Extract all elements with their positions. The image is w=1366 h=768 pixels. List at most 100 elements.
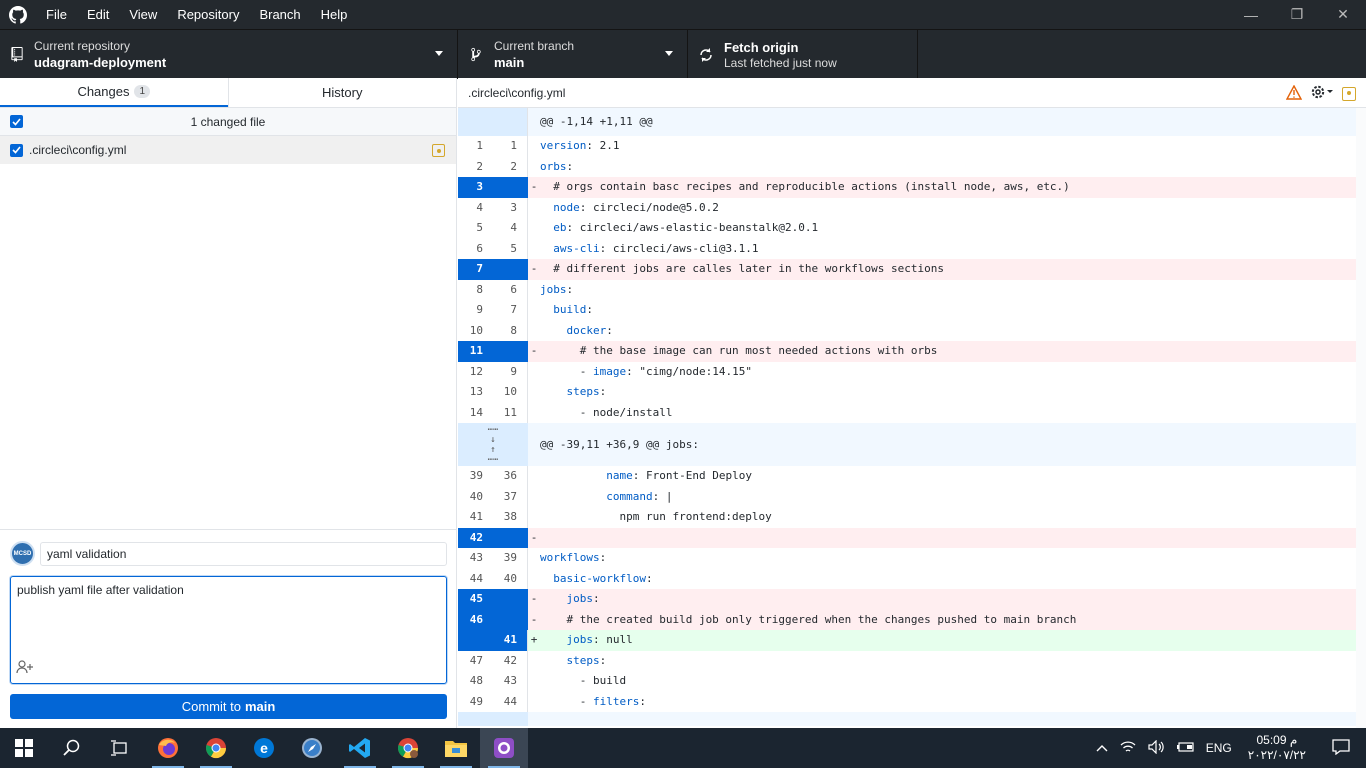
old-line-number[interactable]: 4 <box>458 198 493 219</box>
new-line-number[interactable]: 10 <box>493 382 528 403</box>
diff-line-context[interactable]: 49 44 - filters: <box>458 691 1366 713</box>
commit-description-input[interactable]: publish yaml file after validation <box>10 576 447 684</box>
old-line-number[interactable]: 45 <box>458 589 493 610</box>
diff-line-context[interactable]: 14 11 - node/install <box>458 402 1366 424</box>
new-line-number[interactable] <box>493 589 528 610</box>
menu-file[interactable]: File <box>36 0 77 29</box>
add-coauthor-icon[interactable] <box>16 660 34 677</box>
menu-help[interactable]: Help <box>311 0 358 29</box>
close-icon[interactable]: ✕ <box>1320 0 1366 29</box>
tab-changes[interactable]: Changes 1 <box>0 78 228 107</box>
wifi-icon[interactable] <box>1114 740 1142 757</box>
old-line-number[interactable]: 46 <box>458 609 493 630</box>
new-line-number[interactable]: 5 <box>493 238 528 259</box>
menu-view[interactable]: View <box>119 0 167 29</box>
edge-icon[interactable]: e <box>240 728 288 768</box>
scrollbar[interactable] <box>1356 108 1366 728</box>
old-line-number[interactable]: 7 <box>458 259 493 280</box>
diff-line-context[interactable]: 97 build: <box>458 300 1366 321</box>
old-line-number[interactable] <box>458 630 493 651</box>
diff-line-context[interactable]: 47 42 steps: <box>458 650 1366 671</box>
expand-icon[interactable]: ⋯⋯ ↓ ↑ ⋯⋯ <box>458 423 528 466</box>
new-line-number[interactable] <box>493 259 528 280</box>
chrome-icon[interactable] <box>192 728 240 768</box>
search-icon[interactable] <box>48 728 96 768</box>
old-line-number[interactable]: 49 <box>458 692 493 713</box>
battery-icon[interactable] <box>1170 741 1200 756</box>
old-line-number[interactable]: 8 <box>458 280 493 301</box>
new-line-number[interactable]: 40 <box>493 568 528 589</box>
gear-icon[interactable] <box>1310 84 1334 103</box>
old-line-number[interactable]: 14 <box>458 403 493 424</box>
old-line-number[interactable]: 6 <box>458 239 493 260</box>
diff-line-context[interactable]: 40 37 command: | <box>458 486 1366 507</box>
new-line-number[interactable]: 44 <box>493 691 528 712</box>
diff-line-added[interactable]: 41 + jobs: null <box>458 630 1366 651</box>
new-line-number[interactable]: 3 <box>493 197 528 218</box>
menu-branch[interactable]: Branch <box>249 0 310 29</box>
clock[interactable]: 05:09 م ٢٠٢٢/٠٧/٢٢ <box>1238 733 1316 763</box>
changed-file-row[interactable]: .circleci\config.yml <box>0 136 456 164</box>
language-indicator[interactable]: ENG <box>1200 741 1238 755</box>
diff-line-context[interactable]: 8 6 jobs: <box>458 279 1366 301</box>
diff-line-context[interactable]: 41 38 npm run frontend:deploy <box>458 507 1366 528</box>
notification-icon[interactable] <box>1316 738 1366 758</box>
old-line-number[interactable]: 11 <box>458 341 493 362</box>
menu-repository[interactable]: Repository <box>167 0 249 29</box>
new-line-number[interactable]: 43 <box>493 671 528 692</box>
task-view-icon[interactable] <box>96 728 144 768</box>
current-repository-button[interactable]: Current repository udagram-deployment <box>0 30 458 79</box>
old-line-number[interactable]: 39 <box>458 466 493 487</box>
old-line-number[interactable]: 48 <box>458 671 493 692</box>
minimize-icon[interactable]: — <box>1228 0 1274 29</box>
old-line-number[interactable]: 42 <box>458 527 493 548</box>
new-line-number[interactable] <box>493 609 528 630</box>
commit-summary-input[interactable]: yaml validation <box>40 542 447 566</box>
diff-line-context[interactable]: 12 9 - image: "cimg/node:14.15" <box>458 361 1366 383</box>
new-line-number[interactable]: 37 <box>493 486 528 507</box>
current-branch-button[interactable]: Current branch main <box>458 30 688 79</box>
chrome-profile-icon[interactable] <box>384 728 432 768</box>
new-line-number[interactable]: 36 <box>493 466 528 487</box>
new-line-number[interactable]: 39 <box>493 548 528 569</box>
new-line-number[interactable]: 6 <box>493 279 528 300</box>
new-line-number[interactable] <box>493 177 528 198</box>
old-line-number[interactable]: 3 <box>458 177 493 198</box>
diff-line-context[interactable]: 2 2 orbs: <box>458 156 1366 177</box>
new-line-number[interactable]: 2 <box>493 156 528 177</box>
new-line-number[interactable]: 4 <box>493 218 528 239</box>
new-line-number[interactable] <box>493 527 528 548</box>
diff-line-context[interactable]: 39 36 name: Front-End Deploy <box>458 466 1366 487</box>
diff-line-context[interactable]: 1 1 version: 2.1 <box>458 136 1366 157</box>
expand-down-icon[interactable] <box>458 712 528 726</box>
volume-icon[interactable] <box>1142 739 1170 757</box>
commit-button[interactable]: Commit to main <box>10 694 447 719</box>
chevron-up-icon[interactable] <box>1090 741 1114 755</box>
old-line-number[interactable]: 43 <box>458 548 493 569</box>
warning-icon[interactable] <box>1285 84 1303 103</box>
diff-line-context[interactable]: 43 39 workflows: <box>458 548 1366 569</box>
fetch-origin-button[interactable]: Fetch origin Last fetched just now <box>688 30 918 79</box>
old-line-number[interactable]: 10 <box>458 321 493 342</box>
firefox-icon[interactable] <box>144 728 192 768</box>
diff-line-context[interactable]: 44 40 basic-workflow: <box>458 568 1366 590</box>
tab-history[interactable]: History <box>227 78 457 107</box>
old-line-number[interactable]: 44 <box>458 569 493 590</box>
diff-line-deleted[interactable]: 7 - # different jobs are calles later in … <box>458 259 1366 280</box>
windows-start-icon[interactable] <box>0 728 48 768</box>
old-line-number[interactable]: 9 <box>458 300 493 321</box>
new-line-number[interactable]: 1 <box>493 136 528 157</box>
diff-line-context[interactable]: 54 eb: circleci/aws-elastic-beanstalk@2.… <box>458 218 1366 239</box>
github-desktop-icon[interactable] <box>480 728 528 768</box>
diff-line-context[interactable]: 43 node: circleci/node@5.0.2 <box>458 197 1366 219</box>
diff-line-context[interactable]: 65 aws-cli: circleci/aws-cli@3.1.1 <box>458 238 1366 260</box>
new-line-number[interactable] <box>493 341 528 362</box>
diff-line-deleted[interactable]: 42 - <box>458 527 1366 548</box>
new-line-number[interactable]: 7 <box>493 300 528 321</box>
diff-line-deleted[interactable]: 3 - # orgs contain basc recipes and repro… <box>458 177 1366 198</box>
menu-edit[interactable]: Edit <box>77 0 119 29</box>
old-line-number[interactable]: 12 <box>458 362 493 383</box>
new-line-number[interactable]: 42 <box>493 650 528 671</box>
old-line-number[interactable]: 1 <box>458 136 493 157</box>
diff-line-context[interactable]: 13 10 steps: <box>458 382 1366 403</box>
